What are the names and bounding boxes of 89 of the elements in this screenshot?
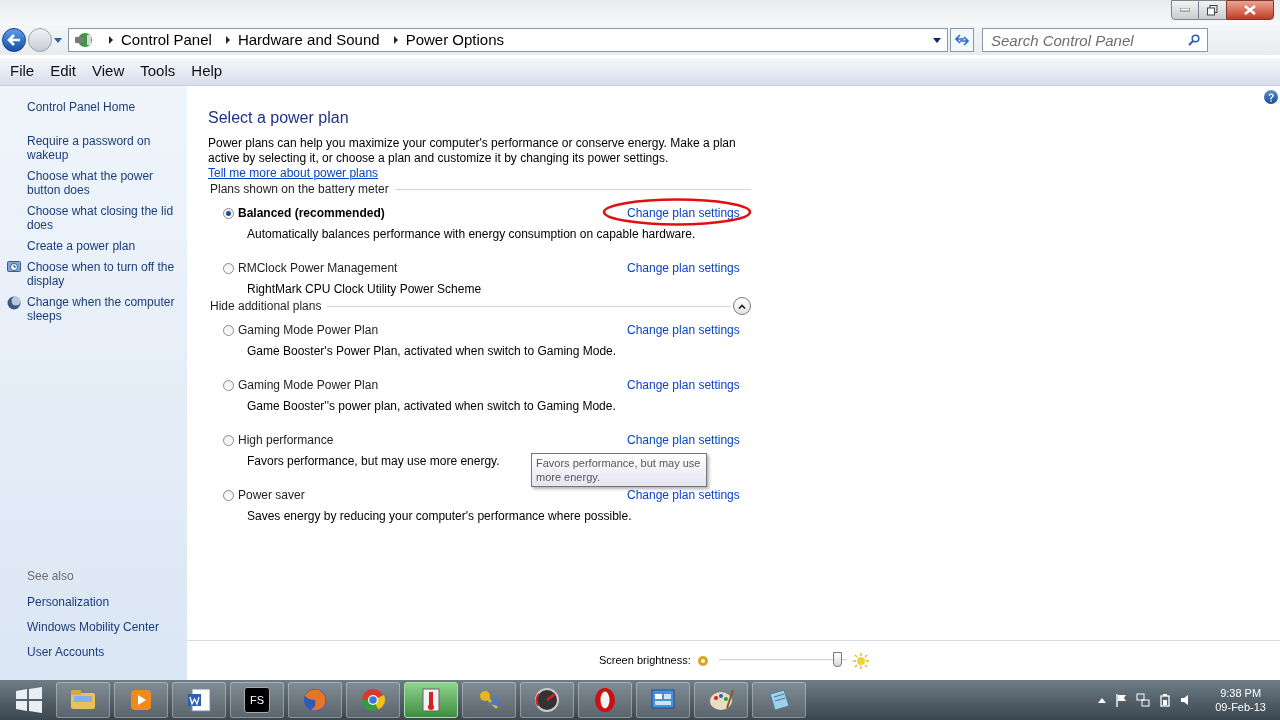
monitor-clock-icon xyxy=(6,261,21,275)
change-plan-settings-link[interactable]: Change plan settings xyxy=(627,378,740,392)
change-plan-settings-link[interactable]: Change plan settings xyxy=(627,433,740,447)
chevron-up-icon xyxy=(738,303,746,309)
sidebar-link[interactable]: Windows Mobility Center xyxy=(0,618,187,636)
globe-icon xyxy=(301,686,329,714)
sidebar-link[interactable]: Choose what the power button does xyxy=(27,169,182,197)
gauge-icon xyxy=(533,686,561,714)
menu-item[interactable]: Edit xyxy=(50,60,77,83)
plan-name[interactable]: Balanced (recommended) xyxy=(238,206,385,220)
radio-button[interactable] xyxy=(223,207,234,219)
plan-description: Game Booster''s power plan, activated when switch to Gaming Mode. xyxy=(247,399,616,413)
sidebar-link[interactable]: Create a power plan xyxy=(27,239,182,253)
restore-icon xyxy=(1207,4,1218,16)
document-icon xyxy=(185,686,213,714)
radio-button[interactable] xyxy=(223,324,234,336)
breadcrumb-item[interactable]: Control Panel xyxy=(121,28,212,52)
change-plan-settings-link[interactable]: Change plan settings xyxy=(627,488,740,502)
search-icon xyxy=(1188,34,1200,46)
dim-sun-icon xyxy=(696,654,709,667)
menu-item[interactable]: Tools xyxy=(140,60,176,83)
radio-button[interactable] xyxy=(223,379,234,391)
windows-logo-icon xyxy=(14,686,44,714)
menu-item[interactable]: View xyxy=(92,60,125,83)
intro-text: Power plans can help you maximize your computer's performance or conserve energy. Make a plan active by selecting it, or choose a plan and customize it by changing its power settings. Tell me more about power plans xyxy=(208,136,737,181)
menu-item[interactable]: Help xyxy=(191,60,223,83)
plan-description: Automatically balances performance with energy consumption on capable hardware. xyxy=(247,227,696,241)
change-plan-settings-link[interactable]: Change plan settings xyxy=(627,323,740,337)
radio-button[interactable] xyxy=(223,262,234,274)
plan-description: Game Booster's Power Plan, activated when switch to Gaming Mode. xyxy=(247,344,617,358)
radio-button[interactable] xyxy=(223,434,234,446)
refresh-button[interactable] xyxy=(950,28,974,52)
show-hidden-icons-icon xyxy=(1098,697,1107,703)
sidebar-link[interactable]: Choose when to turn off the display xyxy=(27,260,182,288)
breadcrumb-item[interactable]: Power Options xyxy=(405,28,505,52)
battery-icon xyxy=(1159,693,1172,707)
page-title: Select a power plan xyxy=(208,108,350,128)
back-arrow-icon xyxy=(7,34,21,46)
clock-time[interactable]: 9:38 PM xyxy=(1220,686,1262,700)
plan-description: RightMark CPU Clock Utility Power Scheme xyxy=(247,282,482,296)
slider-thumb[interactable] xyxy=(832,651,842,667)
close-icon xyxy=(1244,5,1256,15)
network-icon xyxy=(1136,693,1151,707)
moon-icon xyxy=(6,296,21,310)
section-heading: Plans shown on the battery meter xyxy=(210,181,389,198)
help-link[interactable]: Tell me more about power plans xyxy=(208,166,379,180)
plan-name[interactable]: RMClock Power Management xyxy=(238,261,398,275)
flag-icon xyxy=(1115,693,1128,707)
restore-button[interactable] xyxy=(1199,0,1226,20)
sidebar-link[interactable]: Personalization xyxy=(0,593,187,611)
menu-item[interactable]: File xyxy=(10,60,35,83)
caret-icon xyxy=(54,37,62,43)
minimize-icon xyxy=(1180,8,1190,12)
chevron-icon xyxy=(391,36,400,44)
bright-sun-icon xyxy=(852,652,869,669)
change-plan-settings-link[interactable]: Change plan settings xyxy=(627,261,740,275)
power-options-icon xyxy=(73,31,95,49)
chevron-icon xyxy=(223,36,232,44)
help-button[interactable] xyxy=(1264,90,1278,104)
sidebar-link[interactable]: Choose what closing the lid does xyxy=(27,204,182,232)
sidebar-link[interactable]: Require a password on wakeup xyxy=(27,134,182,162)
brightness-label: Screen brightness: xyxy=(599,653,691,669)
plan-name[interactable]: High performance xyxy=(238,433,334,447)
see-also-heading: See also xyxy=(26,568,75,585)
close-button[interactable] xyxy=(1226,0,1274,20)
taskbar-button[interactable]: FS xyxy=(230,682,284,718)
sidebar-link[interactable]: Change when the computer sleeps xyxy=(27,295,182,323)
refresh-icon xyxy=(955,34,969,46)
breadcrumb-item[interactable]: Hardware and Sound xyxy=(237,28,380,52)
radio-button[interactable] xyxy=(223,489,234,501)
plan-name[interactable]: Power saver xyxy=(238,488,305,502)
plan-name[interactable]: Gaming Mode Power Plan xyxy=(238,378,379,392)
section-heading: Hide additional plans xyxy=(210,298,322,315)
search-field[interactable]: Search Control Panel xyxy=(982,28,1208,52)
dropdown-caret-icon xyxy=(933,37,941,43)
taskbar-button[interactable] xyxy=(404,682,458,718)
back-button[interactable] xyxy=(2,28,26,52)
plan-description: Favors performance, but may use more energy. xyxy=(247,454,500,468)
collapse-button[interactable] xyxy=(733,297,751,315)
question-mark-icon xyxy=(1268,92,1274,102)
ring-logo-icon xyxy=(359,686,387,714)
clock-date[interactable]: 09-Feb-13 xyxy=(1215,700,1266,714)
chevron-icon xyxy=(107,36,115,44)
sidebar-link[interactable]: Control Panel Home xyxy=(27,100,182,114)
plan-name[interactable]: Gaming Mode Power Plan xyxy=(238,323,379,337)
plan-description: Saves energy by reducing your computer's performance where possible. xyxy=(247,509,632,523)
sidebar-link[interactable]: User Accounts xyxy=(0,643,187,661)
address-bar[interactable]: Control Panel Hardware and Sound Power Options xyxy=(68,28,948,52)
tooltip: Favors performance, but may use more energy. xyxy=(531,453,707,487)
